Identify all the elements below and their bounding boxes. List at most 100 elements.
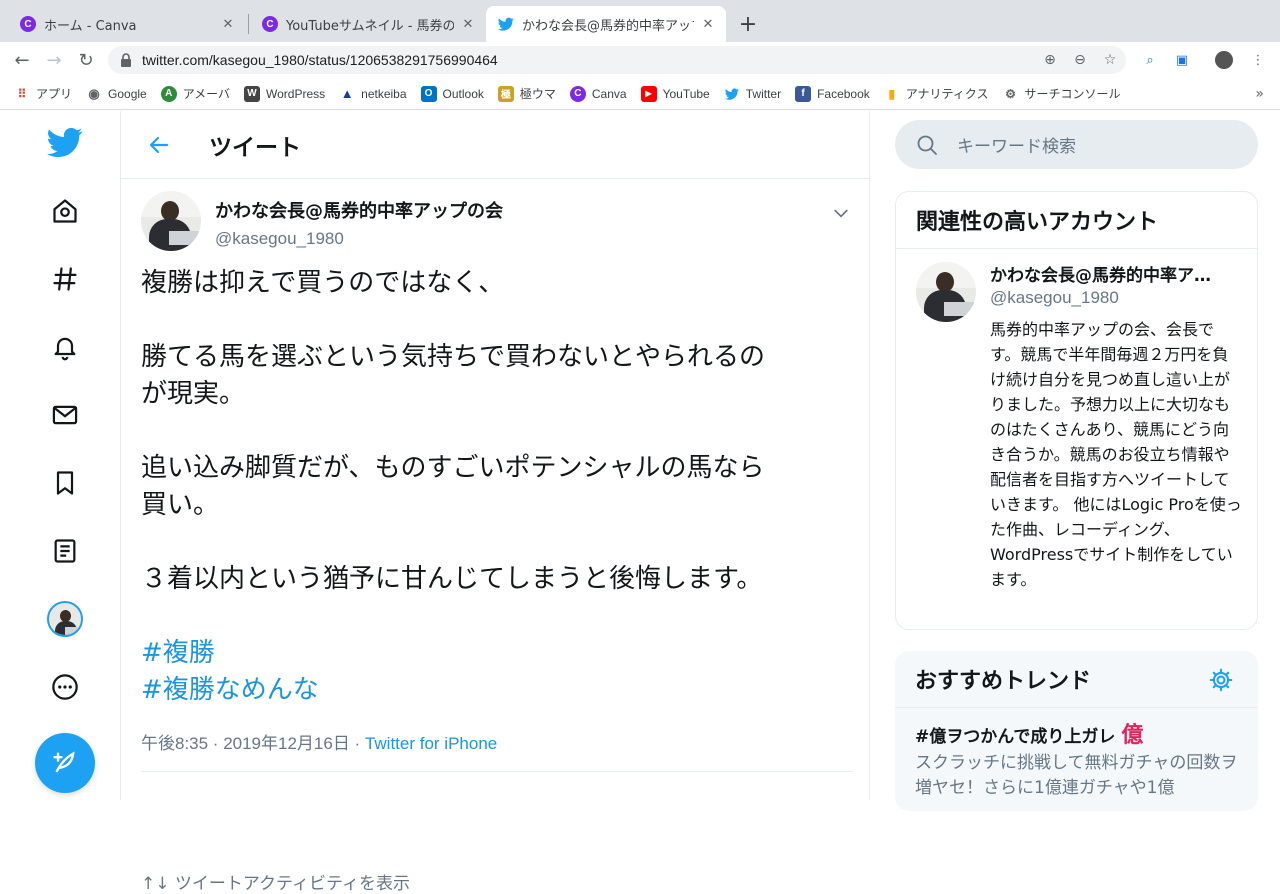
- facebook-icon: f: [795, 85, 812, 102]
- search-placeholder: キーワード検索: [957, 137, 1076, 157]
- tweet-line: 勝てる馬を選ぶという気持ちで買わないとやられるの: [141, 342, 766, 372]
- bookmark-wordpress[interactable]: W WordPress: [244, 85, 325, 102]
- bookmark-label: アナリティクス: [905, 87, 989, 101]
- lists-icon[interactable]: [45, 531, 85, 571]
- trend-description: スクラッチに挑戦して無料ガチャの回数ヲ増ヤセ！さらに1億連ガチャや1億: [915, 753, 1238, 798]
- bookmark-outlook[interactable]: O Outlook: [420, 85, 484, 102]
- tweet-line: ３着以内という猶予に甘んじてしまうと後悔します。: [141, 564, 763, 594]
- account-name[interactable]: かわな会長@馬券的中率ア…: [990, 261, 1242, 286]
- bookmark-apps[interactable]: ⠿ アプリ: [14, 85, 72, 102]
- bookmark-label: Canva: [591, 86, 627, 101]
- messages-envelope-icon[interactable]: [45, 395, 85, 435]
- trends-heading-row: おすすめトレンド: [895, 651, 1258, 708]
- hashtag-link[interactable]: #複勝なめんな: [141, 672, 853, 709]
- browser-tabstrip: C ホーム - Canva ✕ C YouTubeサムネイル - 馬券の買い ✕…: [0, 0, 1280, 42]
- bookmark-gokuuma[interactable]: 極極ウマ: [497, 85, 556, 102]
- canva-icon: C: [569, 85, 586, 102]
- feather-plus-icon: [53, 751, 75, 773]
- home-icon[interactable]: [45, 191, 85, 231]
- bookmark-google[interactable]: ◉ Google: [86, 86, 146, 102]
- profile-avatar-icon[interactable]: [1214, 50, 1234, 70]
- more-options-icon[interactable]: [45, 667, 85, 707]
- tab-youtube-thumbnail[interactable]: C YouTubeサムネイル - 馬券の買い ✕: [250, 6, 486, 42]
- profile-avatar[interactable]: [45, 599, 85, 639]
- page-title: ツイート: [209, 134, 301, 161]
- apps-grid-icon: ⠿: [17, 86, 27, 101]
- compose-tweet-button[interactable]: [35, 733, 95, 793]
- hashtag-link[interactable]: #複勝: [141, 635, 853, 672]
- close-tab-icon[interactable]: ✕: [220, 16, 236, 32]
- wordpress-icon: W: [244, 85, 260, 102]
- browser-toolbar: ← → ↻ twitter.com/kasegou_1980/status/12…: [0, 42, 1280, 78]
- bookmark-label: netkeiba: [361, 86, 407, 101]
- main-column: ツイート かわな会長@馬券的中率アップの会 @kasegou_1980 複勝は抑…: [120, 111, 870, 894]
- zoom-icon[interactable]: ⊖: [1070, 50, 1090, 70]
- bookmarks-overflow-icon[interactable]: »: [1255, 86, 1264, 102]
- tweet-timestamp[interactable]: 午後8:35 · 2019年12月16日 ·: [141, 734, 365, 753]
- translate-extension-icon[interactable]: ▣: [1172, 50, 1192, 70]
- explore-hashtag-icon[interactable]: [45, 259, 85, 299]
- bookmark-netkeiba[interactable]: ▲ netkeiba: [339, 86, 407, 102]
- chevron-down-icon[interactable]: [829, 201, 853, 225]
- search-extension-icon[interactable]: ⌕: [1140, 50, 1160, 70]
- tweet-line: 複勝は抑えで買うのではなく、: [141, 268, 505, 298]
- forward-arrow-icon[interactable]: →: [42, 48, 66, 72]
- star-bookmark-icon[interactable]: ☆: [1100, 50, 1120, 70]
- panel-heading: 関連性の高いアカウント: [896, 192, 1257, 249]
- trend-item[interactable]: #億ヲつかんで成り上ガレ 億 スクラッチに挑戦して無料ガチャの回数ヲ増ヤセ！さら…: [915, 717, 1245, 801]
- twitter-logo-icon[interactable]: [45, 122, 85, 162]
- back-arrow-icon[interactable]: [139, 125, 179, 165]
- settings-gear-icon[interactable]: [1208, 667, 1234, 693]
- bookmark-twitter[interactable]: Twitter: [724, 86, 781, 102]
- author-handle[interactable]: @kasegou_1980: [215, 229, 503, 249]
- bookmarks-bar: ⠿ アプリ ◉ Google A アメーバ W WordPress ▲ netkeiba …: [0, 78, 1280, 110]
- tweet-line: 追い込み脚質だが、ものすごいポテンシャルの馬なら: [141, 453, 765, 483]
- add-circle-icon[interactable]: ⊕: [1040, 50, 1060, 70]
- tab-separator: [248, 14, 249, 34]
- account-handle: @kasegou_1980: [990, 288, 1119, 307]
- ameba-icon: A: [160, 85, 177, 102]
- back-arrow-icon[interactable]: ←: [10, 48, 34, 72]
- bookmark-label: YouTube: [662, 86, 710, 101]
- tab-twitter-active[interactable]: かわな会長@馬券的中率アップの ✕: [486, 6, 726, 42]
- tweet-line: 買い。: [141, 490, 220, 520]
- tweet-activity-link[interactable]: ↑↓ ツイートアクティビティを表示: [141, 869, 410, 894]
- trend-hashtag: #億ヲつかんで成り上ガレ: [915, 727, 1116, 747]
- bookmark-icon[interactable]: [45, 463, 85, 503]
- bookmark-youtube[interactable]: ▶ YouTube: [640, 85, 710, 102]
- bookmark-analytics[interactable]: ▮ アナリティクス: [884, 85, 989, 102]
- close-tab-icon[interactable]: ✕: [460, 16, 476, 32]
- bookmark-label: アメーバ: [182, 87, 230, 101]
- youtube-icon: ▶: [640, 85, 657, 102]
- bookmark-facebook[interactable]: f Facebook: [795, 85, 870, 102]
- divider: [141, 771, 853, 772]
- notifications-bell-icon[interactable]: [45, 327, 85, 367]
- bookmark-search-console[interactable]: ⚙ サーチコンソール: [1002, 85, 1120, 102]
- bookmark-canva[interactable]: C Canva: [569, 85, 627, 102]
- left-nav: [0, 111, 120, 800]
- new-tab-button[interactable]: +: [736, 12, 760, 37]
- bookmark-label: 極ウマ: [519, 87, 556, 101]
- bookmark-ameba[interactable]: A アメーバ: [160, 85, 230, 102]
- account-bio: 馬券的中率アップの会、会長です。競馬で半年間毎週２万円を負け続け自分を見つめ直し…: [990, 320, 1242, 589]
- author-name[interactable]: かわな会長@馬券的中率アップの会: [215, 197, 503, 223]
- tweet-line: が現実。: [141, 379, 246, 409]
- tab-canva-home[interactable]: C ホーム - Canva ✕: [8, 6, 246, 42]
- tweet-source-link[interactable]: Twitter for iPhone: [365, 734, 497, 753]
- gokuuma-icon: 極: [497, 85, 514, 102]
- tweet-meta: 午後8:35 · 2019年12月16日 · Twitter for iPhon…: [141, 729, 497, 754]
- reload-icon[interactable]: ↻: [74, 48, 98, 72]
- account-avatar[interactable]: [916, 262, 976, 322]
- search-console-icon: ⚙: [1005, 86, 1016, 101]
- close-tab-icon[interactable]: ✕: [700, 16, 716, 32]
- panel-heading: おすすめトレンド: [915, 669, 1092, 694]
- search-input[interactable]: キーワード検索: [895, 120, 1258, 169]
- address-bar[interactable]: twitter.com/kasegou_1980/status/12065382…: [108, 46, 1126, 74]
- twitter-bird-icon: [724, 86, 740, 102]
- outlook-icon: O: [420, 85, 437, 102]
- menu-kebab-icon[interactable]: ⋮: [1248, 50, 1268, 70]
- bookmark-label: Facebook: [817, 86, 870, 101]
- author-avatar[interactable]: [141, 191, 201, 251]
